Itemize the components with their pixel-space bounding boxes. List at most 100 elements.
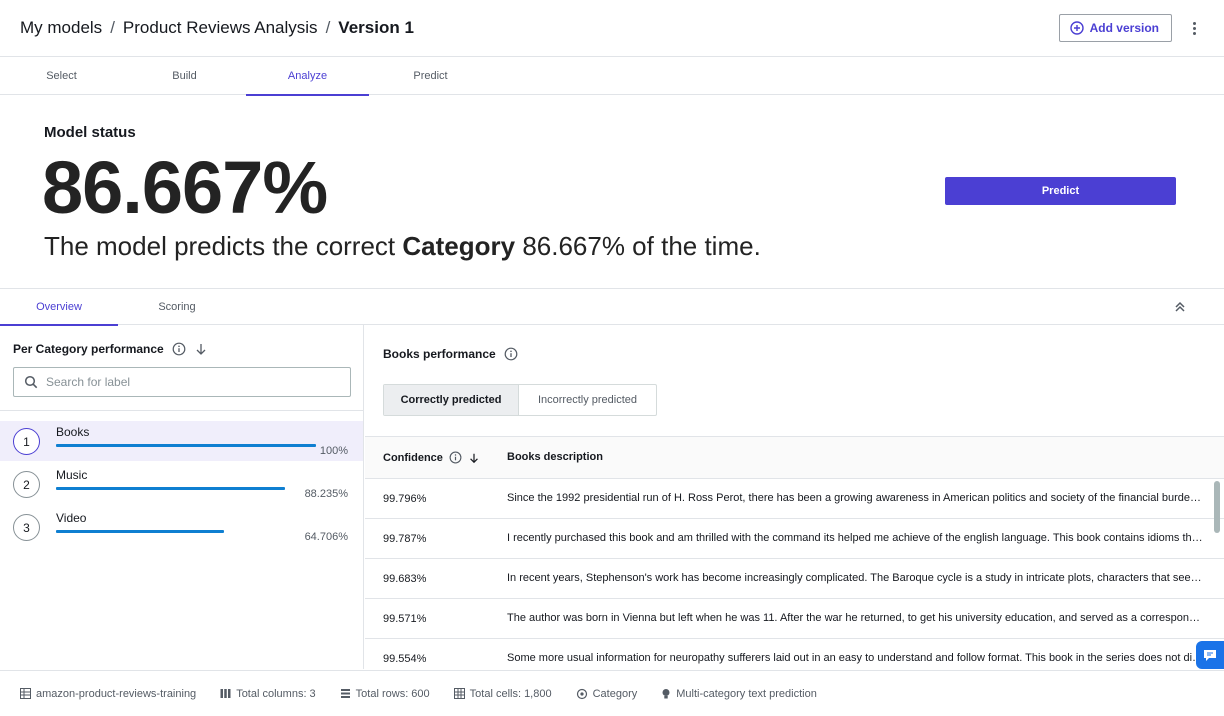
lightbulb-icon <box>662 688 670 698</box>
tab-predict[interactable]: Predict <box>369 57 492 95</box>
table-row[interactable]: 99.796% Since the 1992 presidential run o… <box>365 479 1224 519</box>
more-options-icon[interactable] <box>1184 14 1204 42</box>
breadcrumb-separator: / <box>110 18 115 37</box>
add-version-label: Add version <box>1089 21 1159 35</box>
breadcrumb-current: Version 1 <box>338 18 414 37</box>
confidence-cell: 99.554% <box>383 653 427 665</box>
description-cell: Some more usual information for neuropat… <box>507 652 1205 664</box>
confidence-cell: 99.571% <box>383 613 427 625</box>
collapse-icon[interactable] <box>1172 299 1188 315</box>
category-name: Music <box>56 468 88 482</box>
total-cells: Total cells: 1,800 <box>469 687 552 700</box>
table-row[interactable]: 99.683% In recent years, Stephenson's wor… <box>365 559 1224 599</box>
top-header: My models / Product Reviews Analysis / V… <box>0 0 1224 57</box>
category-name: Books <box>56 425 90 439</box>
footer-columns: Total columns: 3 <box>220 687 316 700</box>
main-tabs: Select Build Analyze Predict <box>0 57 1224 96</box>
table-row[interactable]: 99.571% The author was born in Vienna but… <box>365 599 1224 639</box>
info-icon[interactable] <box>172 342 186 356</box>
chat-icon <box>1204 650 1216 661</box>
category-progress-bar <box>56 487 285 490</box>
predictions-table: Confidence Books description 99.796% Sinc… <box>365 436 1224 669</box>
info-icon[interactable] <box>504 347 518 361</box>
footer-dataset: amazon-product-reviews-training <box>20 688 196 700</box>
correctly-predicted-button[interactable]: Correctly predicted <box>384 385 519 415</box>
category-percent: 100% <box>319 445 348 457</box>
table-icon <box>20 688 31 699</box>
total-columns: Total columns: 3 <box>236 687 316 700</box>
sort-down-icon[interactable] <box>468 452 480 464</box>
table-body: 99.796% Since the 1992 presidential run o… <box>365 479 1224 669</box>
category-performance-title: Per Category performance <box>13 342 164 356</box>
category-item-music[interactable]: 2 Music 88.235% <box>0 464 363 504</box>
confidence-header-label: Confidence <box>383 451 443 464</box>
total-rows: Total rows: 600 <box>355 687 430 700</box>
breadcrumb-separator: / <box>325 18 331 37</box>
category-rank: 3 <box>13 514 40 541</box>
label-search[interactable] <box>13 367 351 397</box>
tab-build[interactable]: Build <box>123 57 246 95</box>
breadcrumb-my-models[interactable]: My models <box>20 18 102 38</box>
rows-icon <box>340 689 350 698</box>
description-cell: In recent years, Stephenson's work has b… <box>507 572 1205 584</box>
breadcrumb-project[interactable]: Product Reviews Analysis <box>123 18 318 38</box>
footer-target: Category <box>576 687 638 700</box>
category-rank: 2 <box>13 471 40 498</box>
breadcrumb: My models / Product Reviews Analysis / V… <box>20 18 414 38</box>
predict-button[interactable]: Predict <box>945 177 1176 205</box>
search-icon <box>24 375 38 389</box>
tab-overview[interactable]: Overview <box>0 289 118 326</box>
books-performance-header: Books performance <box>383 347 518 361</box>
category-item-books[interactable]: 1 Books 100% <box>0 421 363 461</box>
tab-analyze[interactable]: Analyze <box>246 57 369 96</box>
table-row[interactable]: 99.554% Some more usual information for n… <box>365 639 1224 669</box>
columns-icon <box>220 689 231 698</box>
add-version-button[interactable]: Add version <box>1058 14 1172 42</box>
footer-model-type: Multi-category text prediction <box>661 688 817 700</box>
category-item-video[interactable]: 3 Video 64.706% <box>0 507 363 547</box>
target-column: Category <box>592 687 638 700</box>
dataset-footer: amazon-product-reviews-training Total co… <box>0 670 1224 716</box>
tab-select[interactable]: Select <box>0 57 123 95</box>
cells-icon <box>453 688 465 699</box>
sentence-pre: The model predicts the correct <box>44 231 403 261</box>
description-cell: I recently purchased this book and am th… <box>507 532 1205 544</box>
category-progress-bar <box>56 530 224 533</box>
sentence-target: Category <box>402 231 516 261</box>
divider <box>0 410 363 411</box>
category-name: Video <box>56 511 87 525</box>
confidence-cell: 99.787% <box>383 533 427 545</box>
confidence-cell: 99.683% <box>383 573 427 585</box>
description-cell: The author was born in Vienna but left w… <box>507 612 1205 624</box>
accuracy-value: 86.667% <box>42 146 328 229</box>
description-cell: Since the 1992 presidential run of H. Ro… <box>507 492 1205 504</box>
prediction-filter-toggle: Correctly predicted Incorrectly predicte… <box>383 384 657 416</box>
description-column-header: Books description <box>507 451 603 463</box>
target-icon <box>576 688 587 699</box>
category-performance-panel: Per Category performance 1 Books 100% 2 Musi… <box>0 325 364 669</box>
category-progress-bar <box>56 444 316 447</box>
category-rank: 1 <box>13 428 40 455</box>
sentence-post: 86.667% of the time. <box>515 231 761 261</box>
scrollbar-thumb[interactable] <box>1214 481 1220 533</box>
search-input[interactable] <box>46 375 326 389</box>
info-icon[interactable] <box>449 451 462 464</box>
plus-circle-icon <box>1069 21 1084 35</box>
analysis-subtabs: Overview Scoring <box>0 288 1224 326</box>
confidence-cell: 99.796% <box>383 493 427 505</box>
category-performance-header: Per Category performance <box>13 342 208 356</box>
feedback-chat-button[interactable] <box>1196 641 1224 669</box>
incorrectly-predicted-button[interactable]: Incorrectly predicted <box>519 385 656 415</box>
tab-scoring[interactable]: Scoring <box>118 289 236 325</box>
category-percent: 64.706% <box>304 531 348 543</box>
model-status-title: Model status <box>44 124 136 141</box>
table-row[interactable]: 99.787% I recently purchased this book an… <box>365 519 1224 559</box>
sort-down-icon[interactable] <box>194 342 208 356</box>
dataset-name: amazon-product-reviews-training <box>36 687 197 700</box>
table-header: Confidence Books description <box>365 436 1224 479</box>
accuracy-sentence: The model predicts the correct Category … <box>44 231 761 262</box>
model-type: Multi-category text prediction <box>676 687 817 700</box>
category-percent: 88.235% <box>304 488 348 500</box>
confidence-column-header[interactable]: Confidence <box>383 451 480 464</box>
books-performance-title: Books performance <box>383 347 496 361</box>
